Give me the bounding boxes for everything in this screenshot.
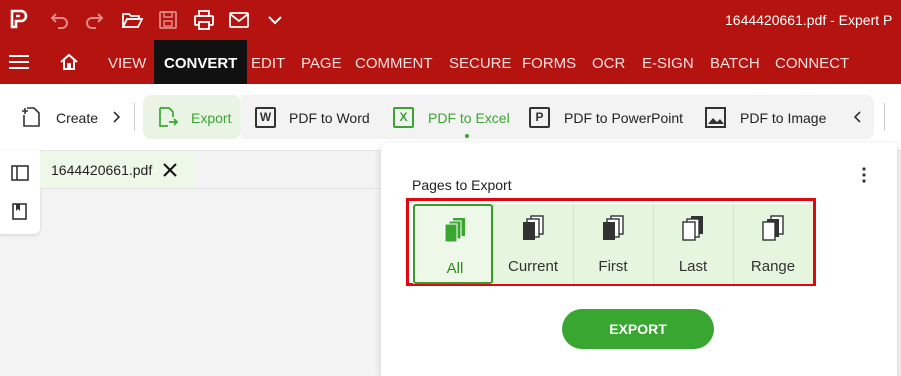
print-icon[interactable]	[192, 8, 216, 32]
option-last[interactable]: Last	[653, 204, 733, 284]
pdf-to-word-button[interactable]: PDF to Word	[289, 110, 370, 126]
app-logo-icon[interactable]	[6, 8, 30, 32]
menu-bar: VIEW CONVERT EDIT PAGE COMMENT SECURE FO…	[0, 40, 901, 84]
last-page-icon	[682, 216, 703, 241]
menu-forms[interactable]: FORMS	[522, 40, 576, 84]
pdf-to-image-button[interactable]: PDF to Image	[740, 110, 826, 126]
chevron-down-icon[interactable]	[263, 8, 287, 32]
chevron-left-icon[interactable]	[853, 111, 863, 123]
export-dropdown-panel: Pages to Export All Current First Last R…	[381, 143, 897, 376]
menu-connect[interactable]: CONNECT	[775, 40, 849, 84]
save-icon[interactable]	[156, 8, 180, 32]
option-all[interactable]: All	[413, 204, 493, 284]
excel-icon: X	[393, 107, 414, 128]
menu-comment[interactable]: COMMENT	[355, 40, 433, 84]
bookmark-icon[interactable]	[12, 203, 27, 220]
ribbon-toolbar: Create Export W PDF to Word X PDF to Exc…	[0, 84, 901, 151]
option-range-label: Range	[750, 258, 796, 275]
option-current[interactable]: Current	[493, 204, 573, 284]
export-submit-button[interactable]: EXPORT	[562, 309, 714, 349]
pdf-to-powerpoint-button[interactable]: PDF to PowerPoint	[564, 110, 683, 126]
pdf-to-excel-button[interactable]: PDF to Excel	[428, 110, 510, 126]
redo-icon[interactable]	[83, 8, 107, 32]
active-indicator-dot	[465, 134, 469, 138]
powerpoint-icon: P	[529, 107, 550, 128]
create-button[interactable]: Create	[56, 110, 98, 126]
window-title: 1644420661.pdf - Expert P	[725, 12, 893, 28]
menu-convert[interactable]: CONVERT	[154, 40, 248, 84]
page-options-group: All Current First Last Range	[413, 204, 813, 284]
all-pages-icon	[444, 218, 465, 243]
menu-page[interactable]: PAGE	[301, 40, 342, 84]
create-file-icon	[22, 107, 40, 127]
option-range[interactable]: Range	[733, 204, 813, 284]
pages-to-export-heading: Pages to Export	[412, 177, 512, 193]
document-tab[interactable]: 1644420661.pdf	[40, 152, 195, 188]
menu-ocr[interactable]: OCR	[592, 40, 625, 84]
email-icon[interactable]	[227, 8, 251, 32]
option-all-label: All	[446, 260, 464, 277]
document-tab-label: 1644420661.pdf	[51, 162, 153, 178]
menu-batch[interactable]: BATCH	[710, 40, 760, 84]
option-first-label: First	[598, 258, 628, 275]
close-icon[interactable]	[163, 163, 177, 177]
side-panel-toolbar	[0, 150, 40, 234]
option-first[interactable]: First	[573, 204, 653, 284]
menu-secure[interactable]: SECURE	[449, 40, 512, 84]
range-pages-icon	[762, 215, 784, 241]
divider	[134, 103, 135, 131]
menu-edit[interactable]: EDIT	[251, 40, 285, 84]
more-options-icon[interactable]	[859, 165, 869, 185]
menu-esign[interactable]: E-SIGN	[642, 40, 694, 84]
option-last-label: Last	[678, 258, 708, 275]
first-page-icon	[603, 215, 624, 240]
export-button[interactable]: Export	[191, 110, 231, 126]
current-page-icon	[523, 215, 544, 240]
title-bar: 1644420661.pdf - Expert P	[0, 0, 901, 40]
home-icon[interactable]	[59, 52, 79, 72]
chevron-right-icon[interactable]	[111, 111, 121, 123]
image-icon	[705, 107, 726, 128]
export-icon	[159, 107, 179, 127]
undo-icon[interactable]	[47, 8, 71, 32]
hamburger-menu-icon[interactable]	[9, 54, 29, 70]
option-current-label: Current	[507, 258, 559, 275]
divider	[884, 103, 885, 131]
word-icon: W	[255, 107, 276, 128]
sidebar-toggle-icon[interactable]	[11, 165, 29, 181]
tab-divider	[40, 188, 380, 189]
menu-view[interactable]: VIEW	[108, 40, 146, 84]
open-folder-icon[interactable]	[120, 8, 144, 32]
